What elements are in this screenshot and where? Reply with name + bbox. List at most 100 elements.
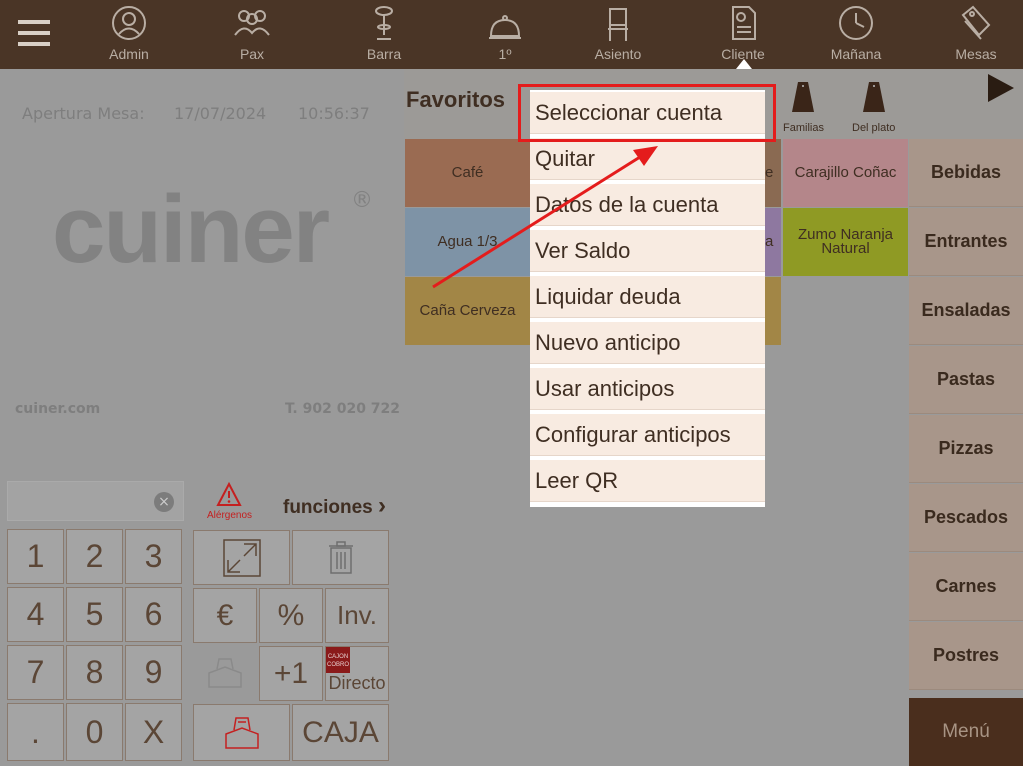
- keypad-7[interactable]: 7: [7, 645, 64, 700]
- topbar-pax[interactable]: Pax: [207, 0, 297, 69]
- menu-item-leer-qr[interactable]: Leer QR: [530, 460, 765, 502]
- tile-carajillo[interactable]: Carajillo Coñac: [783, 139, 908, 207]
- category-entrantes[interactable]: Entrantes: [909, 208, 1023, 276]
- directo-button[interactable]: CAJON COBRO Directo: [325, 646, 389, 701]
- alergenos-button[interactable]: Alérgenos: [207, 481, 253, 521]
- keypad-1[interactable]: 1: [7, 529, 64, 584]
- apertura-time: 10:56:37: [298, 104, 370, 123]
- clear-icon[interactable]: ×: [154, 492, 174, 512]
- cajon-cobro-badge: CAJON COBRO: [326, 647, 350, 673]
- website-text: cuiner.com: [15, 401, 101, 417]
- keypad-5[interactable]: 5: [66, 587, 123, 642]
- funciones-button[interactable]: funciones ›: [283, 492, 386, 520]
- pax-people-icon: [234, 10, 270, 36]
- expand-arrows-icon: [222, 539, 261, 577]
- cash-drawer-button[interactable]: [193, 704, 290, 761]
- invite-button[interactable]: Inv.: [325, 588, 389, 643]
- keypad-0[interactable]: 0: [66, 703, 123, 761]
- plus-one-button[interactable]: +1: [259, 646, 323, 701]
- menu-item-ver-saldo[interactable]: Ver Saldo: [530, 230, 765, 272]
- topbar-asiento-label: Asiento: [594, 46, 642, 62]
- percent-button[interactable]: %: [259, 588, 323, 643]
- category-ensaladas[interactable]: Ensaladas: [909, 277, 1023, 345]
- bar-stool-icon: [375, 6, 393, 40]
- apertura-date: 17/07/2024: [174, 104, 267, 123]
- topbar-barra[interactable]: Barra: [339, 0, 429, 69]
- top-bar: Admin Pax Barra 1º Asiento Cliente Mañan…: [0, 0, 1023, 69]
- familias-label[interactable]: Familias: [783, 122, 824, 134]
- phone-text: T. 902 020 722: [285, 401, 401, 417]
- keypad-9[interactable]: 9: [125, 645, 182, 700]
- category-carnes[interactable]: Carnes: [909, 553, 1023, 621]
- menu-item-liquidar-deuda[interactable]: Liquidar deuda: [530, 276, 765, 318]
- funciones-label: funciones: [283, 497, 373, 518]
- del-plato-label[interactable]: Del plato: [852, 122, 895, 134]
- familias-shaker-icon[interactable]: [790, 80, 816, 114]
- del-plato-shaker-icon[interactable]: [861, 80, 887, 114]
- tile-cafe[interactable]: Café: [405, 139, 530, 207]
- topbar-mesas[interactable]: Mesas: [931, 0, 1021, 69]
- euro-button[interactable]: €: [193, 588, 257, 643]
- favoritos-title: Favoritos: [406, 87, 506, 112]
- cajon-badge-line2: COBRO: [326, 662, 349, 668]
- expand-button[interactable]: [193, 530, 290, 585]
- apertura-label: Apertura Mesa:: [22, 104, 145, 123]
- category-pescados[interactable]: Pescados: [909, 484, 1023, 552]
- topbar-manana-label: Mañana: [830, 46, 882, 62]
- menu-item-usar-anticipos[interactable]: Usar anticipos: [530, 368, 765, 410]
- keypad-6[interactable]: 6: [125, 587, 182, 642]
- category-pastas[interactable]: Pastas: [909, 346, 1023, 414]
- keypad-x[interactable]: X: [125, 703, 182, 761]
- highlight-box: [518, 84, 776, 142]
- tile-cana[interactable]: Caña Cerveza: [405, 277, 530, 345]
- dropdown-caret: [736, 59, 752, 69]
- keypad-dot[interactable]: .: [7, 703, 64, 761]
- trash-icon: [328, 541, 353, 574]
- cloche-icon: [489, 15, 521, 39]
- keypad-3[interactable]: 3: [125, 529, 182, 584]
- menu-item-configurar-anticipos[interactable]: Configurar anticipos: [530, 414, 765, 456]
- keypad-4[interactable]: 4: [7, 587, 64, 642]
- topbar-admin[interactable]: Admin: [84, 0, 174, 69]
- delete-button[interactable]: [292, 530, 389, 585]
- topbar-mesas-label: Mesas: [955, 46, 997, 62]
- menu-item-quitar[interactable]: Quitar: [530, 138, 765, 180]
- keypad-2[interactable]: 2: [66, 529, 123, 584]
- client-document-icon: [732, 6, 756, 40]
- topbar-barra-label: Barra: [366, 46, 402, 62]
- tile-agua[interactable]: Agua 1/3: [405, 208, 530, 276]
- next-page-icon[interactable]: [986, 72, 1016, 104]
- menu-item-nuevo-anticipo[interactable]: Nuevo anticipo: [530, 322, 765, 364]
- category-pizzas[interactable]: Pizzas: [909, 415, 1023, 483]
- category-postres[interactable]: Postres: [909, 622, 1023, 690]
- menu-button[interactable]: Menú: [909, 698, 1023, 766]
- topbar-course[interactable]: 1º: [460, 0, 550, 69]
- keypad-8[interactable]: 8: [66, 645, 123, 700]
- clock-icon: [839, 6, 873, 40]
- chair-icon: [608, 8, 628, 41]
- cajon-badge-line1: CAJON: [327, 654, 349, 660]
- topbar-manana[interactable]: Mañana: [811, 0, 901, 69]
- topbar-pax-label: Pax: [239, 46, 265, 62]
- topbar-course-label: 1º: [498, 46, 512, 62]
- caja-button[interactable]: CAJA: [292, 704, 389, 761]
- tile-hidden-1[interactable]: e: [765, 139, 781, 207]
- topbar-asiento[interactable]: Asiento: [573, 0, 663, 69]
- topbar-admin-label: Admin: [109, 46, 149, 62]
- menu-item-datos-cuenta[interactable]: Datos de la cuenta: [530, 184, 765, 226]
- print-button[interactable]: [193, 646, 257, 701]
- cliente-dropdown-menu: Seleccionar cuenta Quitar Datos de la cu…: [530, 90, 765, 507]
- cuiner-logo: cuiner: [52, 176, 330, 283]
- category-bebidas[interactable]: Bebidas: [909, 139, 1023, 207]
- tile-hidden-3[interactable]: [765, 277, 781, 345]
- logo-registered-mark: ®: [351, 188, 373, 213]
- register-icon: [208, 658, 242, 688]
- tile-zumo[interactable]: Zumo Naranja Natural: [783, 208, 908, 276]
- directo-label: Directo: [328, 673, 386, 693]
- cash-drawer-icon: [224, 717, 259, 749]
- warning-triangle-icon: [216, 481, 242, 506]
- hamburger-menu-icon[interactable]: [18, 20, 50, 46]
- admin-user-icon: [112, 6, 146, 40]
- tile-hidden-2[interactable]: a: [765, 208, 781, 276]
- alergenos-label: Alérgenos: [207, 510, 253, 521]
